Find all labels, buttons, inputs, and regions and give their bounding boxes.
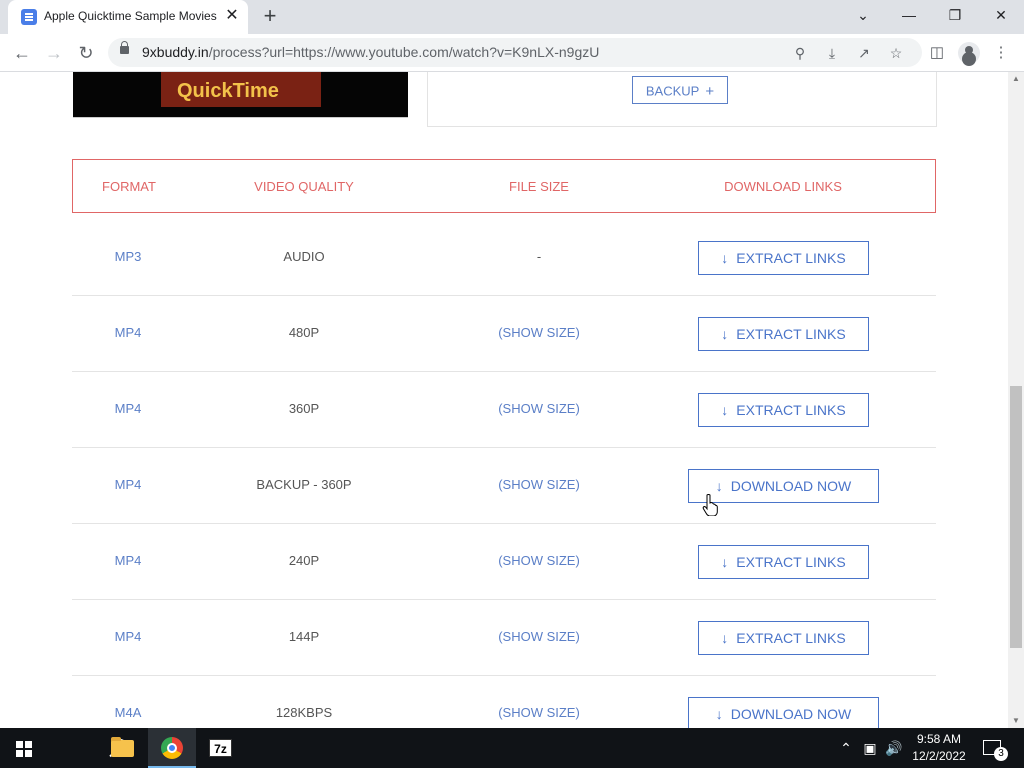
extract-links-button[interactable]: ↓ EXTRACT LINKS bbox=[698, 545, 869, 579]
zoom-search-icon[interactable]: ⚲ bbox=[790, 43, 810, 63]
install-app-icon[interactable]: ⤓ bbox=[822, 43, 842, 63]
download-now-button[interactable]: ↓ DOWNLOAD NOW bbox=[688, 697, 879, 728]
video-thumbnail: QuickTime bbox=[73, 72, 408, 118]
sevenzip-taskbar-button[interactable]: 7z bbox=[196, 728, 244, 768]
clock[interactable]: 9:58 AM 12/2/2022 bbox=[908, 731, 970, 765]
table-row: MP4 360P (SHOW SIZE) ↓ EXTRACT LINKS bbox=[72, 372, 936, 448]
down-arrow-icon: ↓ bbox=[721, 630, 729, 646]
down-arrow-icon: ↓ bbox=[721, 326, 729, 342]
extract-links-button[interactable]: ↓ EXTRACT LINKS bbox=[698, 621, 869, 655]
quality-cell: AUDIO bbox=[283, 249, 325, 264]
format-cell: MP4 bbox=[114, 553, 142, 568]
quality-cell: 360P bbox=[288, 401, 320, 416]
quality-cell: 128KBPS bbox=[275, 705, 333, 720]
format-cell: MP4 bbox=[114, 477, 142, 492]
format-cell: M4A bbox=[114, 705, 142, 720]
search-button[interactable] bbox=[48, 728, 128, 768]
back-arrow-icon[interactable]: ← bbox=[10, 41, 34, 65]
tab-search-icon[interactable]: ⌄ bbox=[840, 3, 886, 27]
browser-toolbar: ← → ↻ 9xbuddy.in/process?url=https://www… bbox=[0, 34, 1024, 72]
extract-links-button[interactable]: ↓ EXTRACT LINKS bbox=[698, 393, 869, 427]
minimize-button[interactable]: — bbox=[886, 3, 932, 27]
tab-strip: Apple Quicktime Sample Movies ✕ + ⌄ — ❐ … bbox=[0, 0, 1024, 34]
quicktime-logo: QuickTime bbox=[161, 72, 321, 107]
page-scrollbar[interactable]: ▲ ▼ bbox=[1008, 72, 1024, 728]
address-bar[interactable]: 9xbuddy.in/process?url=https://www.youtu… bbox=[108, 38, 922, 67]
quality-cell: BACKUP - 360P bbox=[256, 477, 352, 492]
reload-icon[interactable]: ↻ bbox=[74, 41, 98, 65]
scroll-down-icon[interactable]: ▼ bbox=[1008, 714, 1024, 728]
down-arrow-icon: ↓ bbox=[721, 554, 729, 570]
table-row: MP4 240P (SHOW SIZE) ↓ EXTRACT LINKS bbox=[72, 524, 936, 600]
plus-icon: + bbox=[705, 82, 715, 100]
extract-links-button[interactable]: ↓ EXTRACT LINKS bbox=[698, 317, 869, 351]
notification-count-badge: 3 bbox=[994, 747, 1008, 761]
tab-title: Apple Quicktime Sample Movies bbox=[44, 9, 217, 23]
table-row: MP4 144P (SHOW SIZE) ↓ EXTRACT LINKS bbox=[72, 600, 936, 676]
table-header: FORMAT VIDEO QUALITY FILE SIZE DOWNLOAD … bbox=[72, 159, 936, 213]
profile-avatar-icon[interactable] bbox=[958, 42, 980, 64]
notifications-icon[interactable]: 3 bbox=[983, 740, 1008, 761]
lock-icon[interactable] bbox=[120, 41, 129, 54]
show-size-link[interactable]: (SHOW SIZE) bbox=[498, 401, 580, 416]
volume-icon[interactable]: 🔊 bbox=[884, 739, 904, 757]
table-row: M4A 128KBPS (SHOW SIZE) ↓ DOWNLOAD NOW bbox=[72, 676, 936, 728]
clock-date: 12/2/2022 bbox=[912, 749, 966, 763]
down-arrow-icon: ↓ bbox=[715, 706, 723, 722]
file-explorer-button[interactable] bbox=[98, 728, 146, 768]
new-tab-button[interactable]: + bbox=[258, 5, 282, 29]
restore-button[interactable]: ❐ bbox=[932, 3, 978, 27]
forward-arrow-icon[interactable]: → bbox=[42, 41, 66, 65]
quality-cell: 144P bbox=[288, 629, 320, 644]
format-cell: MP4 bbox=[114, 325, 142, 340]
side-panel-icon[interactable]: ◫ bbox=[926, 42, 948, 64]
quality-cell: 240P bbox=[288, 553, 320, 568]
header-format: FORMAT bbox=[102, 179, 156, 194]
size-cell: - bbox=[536, 249, 542, 264]
backup-button-label: BACKUP bbox=[645, 83, 700, 99]
show-size-link[interactable]: (SHOW SIZE) bbox=[498, 325, 580, 340]
hand-cursor-icon bbox=[702, 494, 718, 516]
bookmark-star-icon[interactable]: ☆ bbox=[886, 43, 906, 63]
folder-icon bbox=[111, 737, 134, 757]
network-icon[interactable]: ▣ bbox=[860, 739, 880, 757]
show-size-link[interactable]: (SHOW SIZE) bbox=[498, 477, 580, 492]
sevenzip-icon: 7z bbox=[209, 739, 232, 757]
table-row: MP4 BACKUP - 360P (SHOW SIZE) ↓ DOWNLOAD … bbox=[72, 448, 936, 524]
scrollbar-thumb[interactable] bbox=[1010, 386, 1022, 648]
down-arrow-icon: ↓ bbox=[721, 402, 729, 418]
windows-logo-icon bbox=[16, 741, 32, 757]
url-text[interactable]: 9xbuddy.in/process?url=https://www.youtu… bbox=[142, 44, 599, 60]
chrome-icon bbox=[161, 737, 183, 759]
page-content: QuickTime BACKUP + FORMAT VIDEO QUALITY F… bbox=[0, 72, 1008, 728]
kebab-menu-icon[interactable]: ⋮ bbox=[990, 42, 1012, 64]
extract-links-button[interactable]: ↓ EXTRACT LINKS bbox=[698, 241, 869, 275]
tab-close-icon[interactable]: ✕ bbox=[222, 6, 242, 26]
show-size-link[interactable]: (SHOW SIZE) bbox=[498, 629, 580, 644]
down-arrow-icon: ↓ bbox=[715, 478, 723, 494]
page-favicon-icon bbox=[21, 9, 37, 25]
header-download-links: DOWNLOAD LINKS bbox=[724, 179, 842, 194]
header-file-size: FILE SIZE bbox=[509, 179, 569, 194]
scroll-up-icon[interactable]: ▲ bbox=[1008, 72, 1024, 86]
header-video-quality: VIDEO QUALITY bbox=[254, 179, 354, 194]
table-row: MP3 AUDIO - ↓ EXTRACT LINKS bbox=[72, 220, 936, 296]
clock-time: 9:58 AM bbox=[916, 732, 962, 746]
format-cell: MP4 bbox=[114, 401, 142, 416]
format-cell: MP3 bbox=[114, 249, 142, 264]
table-row: MP4 480P (SHOW SIZE) ↓ EXTRACT LINKS bbox=[72, 296, 936, 372]
start-button[interactable] bbox=[0, 728, 48, 768]
close-window-button[interactable]: ✕ bbox=[978, 3, 1024, 27]
down-arrow-icon: ↓ bbox=[721, 250, 729, 266]
browser-tab[interactable]: Apple Quicktime Sample Movies ✕ bbox=[8, 0, 248, 34]
show-size-link[interactable]: (SHOW SIZE) bbox=[498, 553, 580, 568]
taskbar: 7z ⌃ ▣ 🔊 9:58 AM 12/2/2022 3 bbox=[0, 728, 1024, 768]
format-cell: MP4 bbox=[114, 629, 142, 644]
show-size-link[interactable]: (SHOW SIZE) bbox=[498, 705, 580, 720]
chrome-taskbar-button[interactable] bbox=[148, 728, 196, 768]
show-hidden-icons-chevron-icon[interactable]: ⌃ bbox=[836, 739, 856, 757]
quality-cell: 480P bbox=[288, 325, 320, 340]
backup-button[interactable]: BACKUP + bbox=[632, 76, 728, 104]
share-icon[interactable]: ↗ bbox=[854, 43, 874, 63]
